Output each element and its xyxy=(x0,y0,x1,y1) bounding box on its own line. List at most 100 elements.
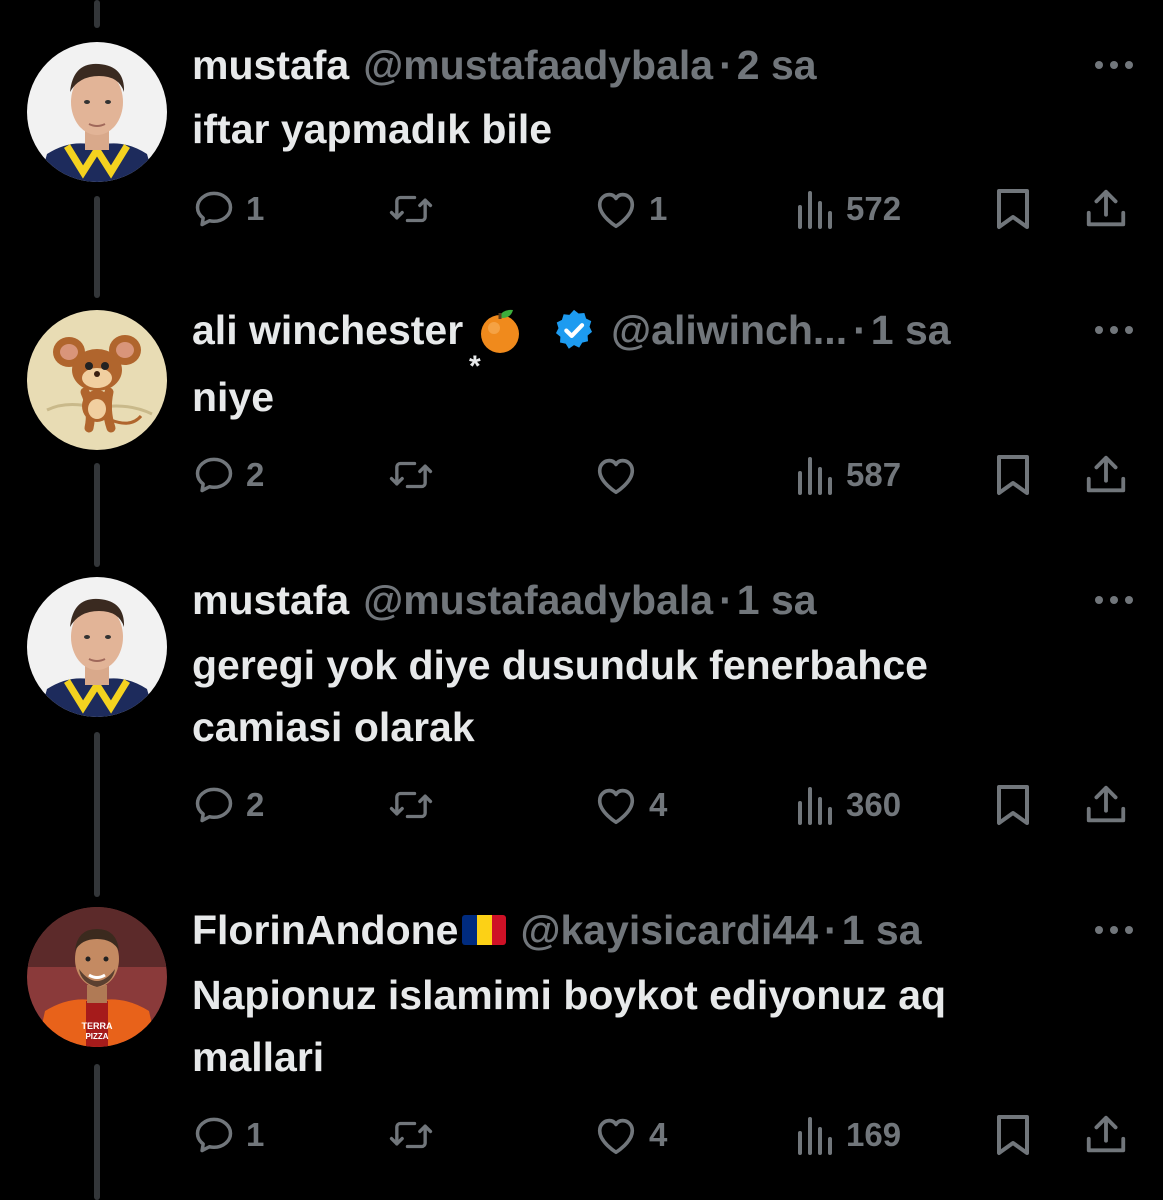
bookmark-icon xyxy=(993,187,1033,231)
views-button[interactable]: 572 xyxy=(796,184,901,234)
retweet-button[interactable] xyxy=(388,1110,444,1160)
like-button[interactable]: 1 xyxy=(593,184,667,234)
tweet-header: ali winchester @aliwinch... · 1 sa xyxy=(192,305,951,355)
retweet-button[interactable] xyxy=(388,184,444,234)
share-button[interactable] xyxy=(1083,780,1129,830)
tweet[interactable]: mustafa @mustafaadybala · 2 sa iftar yap… xyxy=(0,0,1163,260)
more-options-icon[interactable] xyxy=(1093,305,1135,355)
tweet-actions: 1 1 572 xyxy=(0,184,1163,234)
reply-icon xyxy=(192,1113,236,1157)
like-count: 4 xyxy=(649,786,668,823)
retweet-button[interactable] xyxy=(388,450,444,500)
display-name[interactable]: mustafa xyxy=(192,575,349,625)
tweet-actions: 1 4 169 xyxy=(0,1110,1163,1160)
view-count: 572 xyxy=(846,190,902,227)
more-options-icon[interactable] xyxy=(1093,40,1135,90)
bookmark-icon xyxy=(993,783,1033,827)
display-name[interactable]: FlorinAndone xyxy=(192,905,458,955)
avatar[interactable] xyxy=(27,310,167,450)
tweet-header: mustafa @mustafaadybala · 2 sa xyxy=(192,40,817,90)
separator-dot: · xyxy=(853,307,867,353)
tweet[interactable]: TERRA PIZZA FlorinAndone @kayisicardi44 … xyxy=(0,860,1163,1200)
more-options-icon[interactable] xyxy=(1093,905,1135,955)
tweet-text: iftar yapmadık bile xyxy=(192,98,1092,160)
like-button[interactable] xyxy=(593,450,649,500)
like-count: 1 xyxy=(649,190,668,227)
tweet-actions: 2 587 xyxy=(0,450,1163,500)
separator-dot: · xyxy=(824,907,838,953)
reply-count: 2 xyxy=(246,456,265,493)
verified-badge-icon[interactable] xyxy=(551,307,597,353)
bookmark-button[interactable] xyxy=(993,450,1033,500)
avatar-sponsor-text: PIZZA xyxy=(85,1032,108,1041)
user-handle[interactable]: @mustafaadybala xyxy=(363,40,713,90)
tweet[interactable]: ali winchester @aliwinch... · 1 sa * niy… xyxy=(0,260,1163,530)
romania-flag-icon xyxy=(462,915,507,945)
bookmark-button[interactable] xyxy=(993,1110,1033,1160)
bookmark-icon xyxy=(993,453,1033,497)
tweet-text-line: camiasi olarak xyxy=(192,704,475,750)
timestamp[interactable]: 1 sa xyxy=(871,305,951,355)
like-button[interactable]: 4 xyxy=(593,1110,667,1160)
reply-count: 1 xyxy=(246,190,265,227)
separator-dot: · xyxy=(719,42,733,88)
views-icon xyxy=(796,455,836,495)
views-icon xyxy=(796,1115,836,1155)
view-count: 587 xyxy=(846,456,902,493)
bookmark-button[interactable] xyxy=(993,184,1033,234)
share-button[interactable] xyxy=(1083,450,1129,500)
tweet[interactable]: mustafa @mustafaadybala · 1 sa geregi yo… xyxy=(0,530,1163,860)
avatar[interactable]: TERRA PIZZA xyxy=(27,907,167,1047)
avatar[interactable] xyxy=(27,42,167,182)
avatar[interactable] xyxy=(27,577,167,717)
share-icon xyxy=(1083,1113,1129,1157)
avatar-sponsor-text: TERRA xyxy=(82,1021,113,1031)
share-button[interactable] xyxy=(1083,1110,1129,1160)
tweet-text-line: niye xyxy=(192,374,275,420)
bookmark-button[interactable] xyxy=(993,780,1033,830)
retweet-icon xyxy=(388,1113,434,1157)
views-button[interactable]: 360 xyxy=(796,780,901,830)
more-options-icon[interactable] xyxy=(1093,575,1135,625)
tweet-text: geregi yok diye dusunduk fenerbahce cami… xyxy=(192,634,1092,758)
retweet-icon xyxy=(388,453,434,497)
view-count: 360 xyxy=(846,786,902,823)
tweet-text-line: Napionuz islamimi boykot ediyonuz aq xyxy=(192,972,947,1018)
reply-button[interactable]: 2 xyxy=(192,450,264,500)
like-button[interactable]: 4 xyxy=(593,780,667,830)
views-button[interactable]: 587 xyxy=(796,450,901,500)
tweet-header: FlorinAndone @kayisicardi44 · 1 sa xyxy=(192,905,922,955)
retweet-button[interactable] xyxy=(388,780,444,830)
timestamp[interactable]: 1 sa xyxy=(737,575,817,625)
share-icon xyxy=(1083,187,1129,231)
tweet-text: niye xyxy=(192,366,1092,428)
user-handle[interactable]: @kayisicardi44 xyxy=(520,905,818,955)
views-icon xyxy=(796,785,836,825)
share-button[interactable] xyxy=(1083,184,1129,234)
reply-count: 1 xyxy=(246,1116,265,1153)
reply-button[interactable]: 1 xyxy=(192,184,264,234)
reply-button[interactable]: 2 xyxy=(192,780,264,830)
reply-icon xyxy=(192,453,236,497)
views-icon xyxy=(796,189,836,229)
bookmark-icon xyxy=(993,1113,1033,1157)
timestamp[interactable]: 1 sa xyxy=(842,905,922,955)
timestamp[interactable]: 2 sa xyxy=(737,40,817,90)
share-icon xyxy=(1083,783,1129,827)
display-name[interactable]: ali winchester xyxy=(192,305,463,355)
heart-icon xyxy=(593,1113,639,1157)
reply-button[interactable]: 1 xyxy=(192,1110,264,1160)
display-name[interactable]: mustafa xyxy=(192,40,349,90)
tangerine-emoji-icon xyxy=(475,305,525,355)
retweet-icon xyxy=(388,783,434,827)
tweet-text: Napionuz islamimi boykot ediyonuz aq mal… xyxy=(192,964,1092,1088)
tweet-actions: 2 4 360 xyxy=(0,780,1163,830)
user-handle[interactable]: @aliwinch... xyxy=(611,305,847,355)
tweet-text-line: mallari xyxy=(192,1034,325,1080)
tweet-text-line: iftar yapmadık bile xyxy=(192,106,553,152)
separator-dot: · xyxy=(719,577,733,623)
views-button[interactable]: 169 xyxy=(796,1110,901,1160)
like-count: 4 xyxy=(649,1116,668,1153)
heart-icon xyxy=(593,783,639,827)
user-handle[interactable]: @mustafaadybala xyxy=(363,575,713,625)
